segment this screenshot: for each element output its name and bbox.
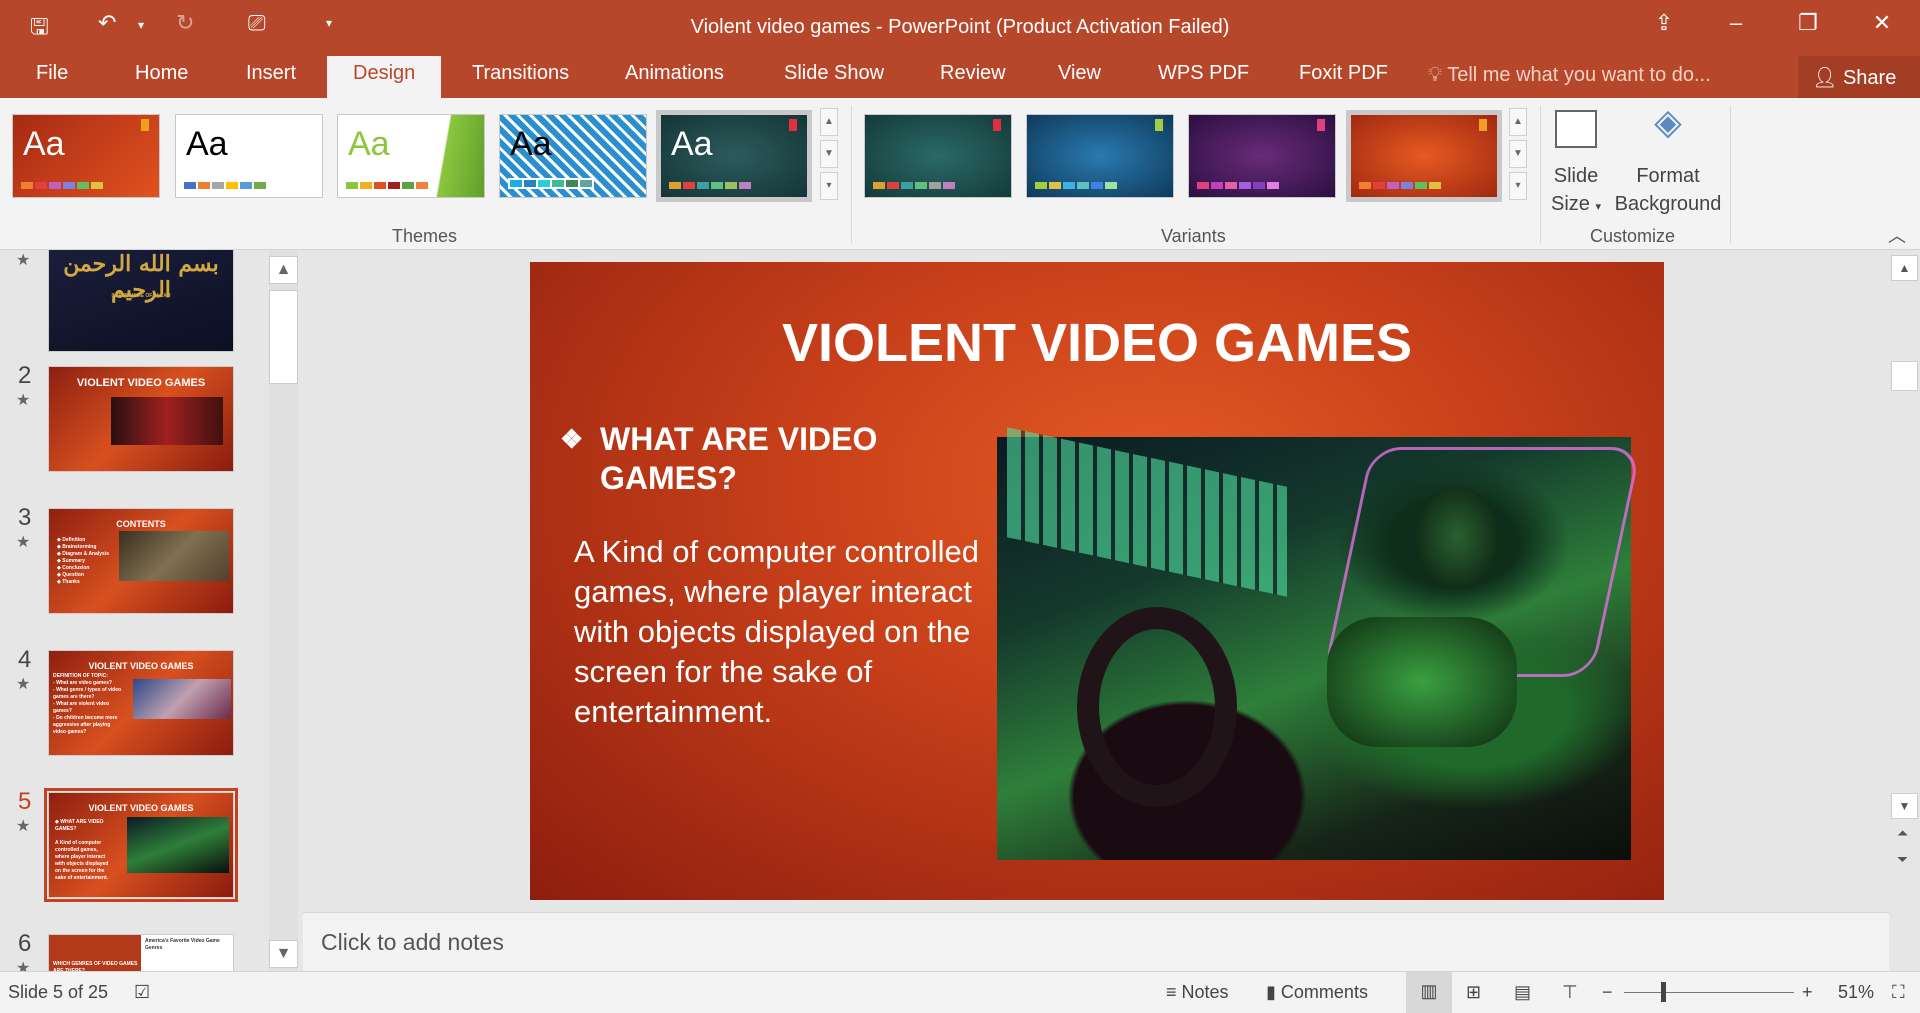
tab-home[interactable]: Home: [127, 62, 196, 85]
title-bar: 🖫 ↶ ▾ ↻ ⎚ ▾ Violent video games - PowerP…: [0, 0, 1920, 98]
slide-counter: Slide 5 of 25: [8, 982, 109, 1002]
zoom-level[interactable]: 51%: [1838, 982, 1874, 1003]
bullet-heading[interactable]: ❖ WHAT ARE VIDEO GAMES?: [560, 420, 930, 498]
ribbon: Aa Aa Aa Aa Aa ▲ ▼ ▾ Themes ▲ ▼ ▾ Varian…: [0, 98, 1920, 250]
slide-sorter-button[interactable]: ⊞: [1466, 982, 1481, 1003]
normal-view-button[interactable]: ▥: [1406, 972, 1452, 1013]
share-button[interactable]: 👤︎ Share: [1798, 56, 1920, 98]
window-title: Violent video games - PowerPoint (Produc…: [690, 16, 1230, 38]
slide-thumbnail-3[interactable]: CONTENTS ◆ Definition ◆ Brainstorming ◆ Di…: [48, 508, 234, 614]
spell-check-icon[interactable]: ☑: [134, 982, 150, 1003]
animation-star-icon: ★: [16, 534, 31, 551]
person-icon: 👤︎: [1812, 67, 1838, 89]
slide-thumbnail-5-selected[interactable]: VIOLENT VIDEO GAMES ◆ WHAT ARE VIDEO GAM…: [44, 788, 238, 902]
status-bar: Slide 5 of 25 ☑ ≡ Notes ▮ Comments ▥ ⊞ ▤…: [0, 971, 1920, 1013]
variants-scroll-up[interactable]: ▲: [1509, 108, 1527, 136]
slide-size-icon: [1555, 110, 1597, 148]
ribbon-display-options-icon[interactable]: ⇪: [1644, 10, 1684, 36]
zoom-slider[interactable]: [1624, 982, 1794, 1002]
theme-thumbnail-dark-teal[interactable]: Aa: [656, 110, 812, 202]
previous-slide-icon[interactable]: ⏶: [1897, 825, 1908, 842]
comments-button[interactable]: ▮ Comments: [1266, 982, 1368, 1003]
theme-thumbnail-office[interactable]: Aa: [175, 114, 323, 198]
diamond-bullet-icon: ❖: [560, 424, 584, 454]
tab-foxit-pdf[interactable]: Foxit PDF: [1291, 62, 1396, 85]
tab-insert[interactable]: Insert: [238, 62, 304, 85]
slide-scrollbar[interactable]: ▲ ▼ ⏶ ⏷: [1889, 251, 1920, 971]
zoom-slider-thumb[interactable]: [1660, 982, 1666, 1002]
theme-thumbnail-pattern[interactable]: Aa: [499, 114, 647, 198]
tab-view[interactable]: View: [1050, 62, 1109, 85]
minimize-button[interactable]: –: [1716, 10, 1756, 36]
themes-scroll-up[interactable]: ▲: [820, 108, 838, 136]
slide-size-button[interactable]: Slide Size ▾: [1548, 108, 1604, 221]
thumbnail-scrollbar[interactable]: ▲ ▼: [269, 250, 298, 971]
variant-3[interactable]: [1188, 114, 1336, 198]
gaming-setup-image[interactable]: [997, 427, 1642, 860]
notes-button[interactable]: ≡ Notes: [1166, 982, 1229, 1003]
slide-thumbnail-4[interactable]: VIOLENT VIDEO GAMES DEFINITION OF TOPIC:…: [48, 650, 234, 756]
slide-canvas[interactable]: VIOLENT VIDEO GAMES ❖ WHAT ARE VIDEO GAME…: [530, 262, 1664, 900]
customize-group-label: Customize: [1590, 226, 1676, 246]
collapse-ribbon-icon[interactable]: ︿: [1888, 222, 1906, 248]
variant-1[interactable]: [864, 114, 1012, 198]
lightbulb-icon: 💡︎: [1428, 64, 1442, 86]
animation-star-icon: ★: [16, 818, 31, 835]
tab-review[interactable]: Review: [932, 62, 1014, 85]
tab-wps-pdf[interactable]: WPS PDF: [1150, 62, 1257, 85]
slide-thumbnail-6[interactable]: America's Favorite Video Game Genres WHIC…: [48, 934, 234, 971]
tab-file[interactable]: File: [28, 62, 76, 85]
fit-slide-icon[interactable]: ⛶: [1892, 982, 1905, 1003]
mouse-graphic: [1417, 487, 1497, 587]
scroll-thumb[interactable]: [269, 290, 298, 384]
scroll-thumb[interactable]: [1891, 361, 1918, 391]
tab-slide-show[interactable]: Slide Show: [776, 62, 892, 85]
scroll-up-arrow[interactable]: ▲: [1891, 255, 1918, 281]
animation-star-icon: ★: [16, 676, 31, 693]
controller-graphic: [1327, 617, 1517, 747]
slide-body-text[interactable]: A Kind of computer controlled games, whe…: [574, 532, 994, 732]
slide-thumbnail-2[interactable]: VIOLENT VIDEO GAMES: [48, 366, 234, 472]
scroll-up-arrow[interactable]: ▲: [269, 256, 298, 284]
tab-transitions[interactable]: Transitions: [464, 62, 577, 85]
group-divider: [1540, 106, 1541, 244]
themes-more[interactable]: ▾: [820, 172, 838, 200]
variant-4-selected[interactable]: [1346, 110, 1502, 202]
group-divider: [851, 106, 852, 244]
slide-title[interactable]: VIOLENT VIDEO GAMES: [530, 312, 1664, 374]
notes-icon: ≡: [1166, 982, 1177, 1002]
themes-group-label: Themes: [392, 226, 458, 246]
tab-animations[interactable]: Animations: [617, 62, 732, 85]
format-background-button[interactable]: ◈ Format Background: [1610, 101, 1726, 218]
animation-star-icon: ★: [16, 960, 31, 971]
variant-2[interactable]: [1026, 114, 1174, 198]
maximize-button[interactable]: ❐: [1788, 10, 1828, 36]
close-button[interactable]: ✕: [1862, 10, 1902, 36]
paint-bucket-icon: ◈: [1654, 101, 1682, 142]
slideshow-button[interactable]: ⊤: [1562, 982, 1578, 1003]
tell-me-search[interactable]: 💡︎ Tell me what you want to do...: [1428, 64, 1711, 87]
slide-thumbnail-pane: ★ بسم الله الرحمن الرحيم IN THE NAME OF A…: [0, 250, 300, 971]
group-divider: [1730, 106, 1731, 244]
themes-scroll-down[interactable]: ▼: [820, 140, 838, 168]
variants-group-label: Variants: [1161, 226, 1226, 246]
headphones-graphic: [1077, 607, 1237, 807]
animation-star-icon: ★: [16, 392, 31, 409]
scroll-down-arrow[interactable]: ▼: [269, 940, 298, 968]
reading-view-button[interactable]: ▤: [1514, 982, 1531, 1003]
variants-more[interactable]: ▾: [1509, 172, 1527, 200]
scroll-down-arrow[interactable]: ▼: [1891, 793, 1918, 819]
tab-design[interactable]: Design: [327, 56, 442, 98]
theme-thumbnail-facet[interactable]: Aa: [337, 114, 485, 198]
zoom-in-button[interactable]: +: [1802, 982, 1813, 1003]
notes-pane[interactable]: Click to add notes: [303, 912, 1889, 971]
theme-thumbnail-current[interactable]: Aa: [12, 114, 160, 198]
comment-icon: ▮: [1266, 982, 1276, 1002]
variants-scroll-down[interactable]: ▼: [1509, 140, 1527, 168]
zoom-out-button[interactable]: −: [1602, 982, 1613, 1003]
keyboard-graphic: [1007, 427, 1287, 597]
next-slide-icon[interactable]: ⏷: [1897, 851, 1908, 868]
animation-star-icon: ★: [16, 252, 31, 269]
slide-thumbnail-1[interactable]: بسم الله الرحمن الرحيم IN THE NAME OF ALL…: [48, 250, 234, 352]
